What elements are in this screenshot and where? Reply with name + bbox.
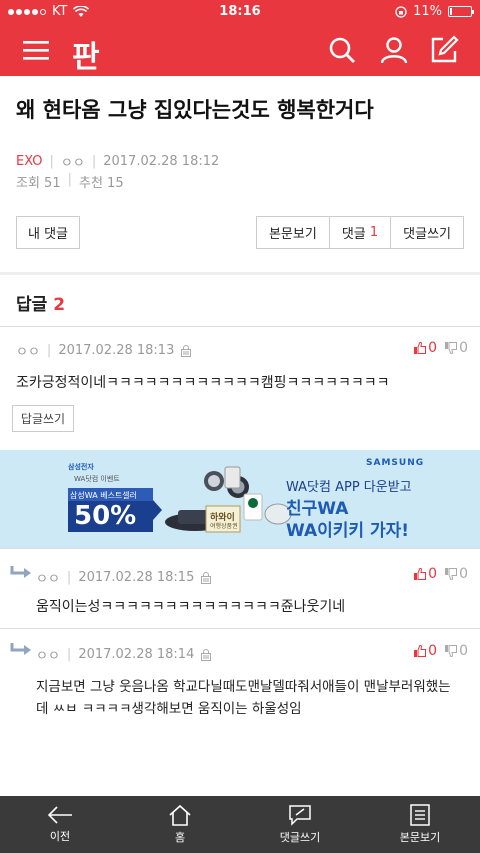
- report-icon[interactable]: [181, 344, 192, 357]
- thumbs-down-icon: [445, 645, 458, 657]
- write-icon[interactable]: [428, 34, 460, 66]
- replies-heading: 답글 2: [16, 290, 65, 315]
- comments-count: 1: [369, 225, 379, 240]
- write-comment-nav-button[interactable]: 댓글쓰기: [240, 796, 360, 853]
- battery-icon: [448, 6, 474, 17]
- reply-button[interactable]: 답글쓰기: [12, 405, 74, 432]
- divider: [0, 628, 480, 629]
- ad-cta-2: WA이키키 가자!: [286, 521, 410, 541]
- comment-author: ㅇㅇ: [16, 345, 40, 360]
- reply-arrow-icon: [10, 643, 31, 655]
- view-post-button[interactable]: 본문보기: [257, 217, 329, 248]
- my-comments-button[interactable]: 내 댓글: [16, 216, 80, 249]
- comment-author: ㅇㅇ: [36, 572, 60, 587]
- ad-samsung-logo: SAMSUNG: [366, 458, 425, 468]
- replies-label: 답글: [16, 295, 48, 315]
- bottom-toolbar: 이전 홈 댓글쓰기 본문보기: [0, 796, 480, 853]
- back-arrow-icon: [47, 806, 72, 824]
- thumbs-down-icon: [445, 342, 458, 354]
- upvote-button[interactable]: 0: [414, 566, 437, 582]
- ad-badge-big: 50%: [74, 501, 137, 531]
- upvote-button[interactable]: 0: [414, 340, 437, 356]
- comment-meta: ㅇㅇ | 2017.02.28 18:15: [36, 568, 212, 587]
- comments-label: 댓글: [341, 227, 366, 242]
- report-icon[interactable]: [201, 571, 212, 584]
- ad-brand-sub: WA닷컴 이벤트: [74, 475, 120, 483]
- user-icon[interactable]: [378, 34, 410, 66]
- home-icon: [169, 804, 191, 826]
- board-link[interactable]: EXO: [16, 154, 43, 169]
- reply-arrow-icon: [10, 566, 31, 578]
- status-bar: KT 18:16 11%: [0, 0, 480, 24]
- comment-author: ㅇㅇ: [36, 649, 60, 664]
- top-nav: 판: [0, 24, 480, 76]
- search-icon[interactable]: [326, 34, 358, 66]
- downvote-button[interactable]: 0: [445, 643, 468, 659]
- report-icon[interactable]: [201, 648, 212, 661]
- comment-votes: 0 0: [414, 340, 468, 356]
- prev-button[interactable]: 이전: [0, 796, 120, 853]
- comments-button[interactable]: 댓글 1: [328, 217, 390, 248]
- comment-datetime: 2017.02.28 18:13: [58, 343, 175, 358]
- comment-votes: 0 0: [414, 566, 468, 582]
- comment-votes: 0 0: [414, 643, 468, 659]
- comment-datetime: 2017.02.28 18:15: [78, 570, 195, 585]
- ad-sign-sub: 여행상품권: [210, 523, 238, 530]
- pann-logo[interactable]: 판: [72, 32, 100, 76]
- post-title: 왜 현타옴 그냥 집있다는것도 행복한거다: [16, 98, 374, 122]
- thumbs-up-icon: [414, 568, 427, 580]
- ad-brand-top: 삼성전자: [68, 463, 94, 471]
- view-post-nav-button[interactable]: 본문보기: [360, 796, 480, 853]
- ad-headline: WA닷컴 APP 다운받고: [286, 480, 412, 495]
- comment-text-line-2: 데 ㅆㅂ ㅋㅋㅋㅋ생각해보면 움직이는 하울성임: [36, 701, 302, 717]
- thumbs-up-icon: [414, 342, 427, 354]
- comment-text-line-1: 지금보면 그냥 웃음나옴 학교다닐때도맨날델따줘서애들이 맨날부러워했는: [36, 679, 451, 695]
- comment-text: 조카긍정적이네ㅋㅋㅋㅋㅋㅋㅋㅋㅋㅋㅋㅋ캠핑ㅋㅋㅋㅋㅋㅋㅋㅋ: [16, 375, 390, 391]
- section-divider: [0, 272, 480, 275]
- comment-meta: ㅇㅇ | 2017.02.28 18:14: [36, 645, 212, 664]
- post-datetime: 2017.02.28 18:12: [103, 154, 220, 169]
- post-stats: 조회 51 | 추천 15: [16, 172, 124, 191]
- downvote-button[interactable]: 0: [445, 566, 468, 582]
- comment-datetime: 2017.02.28 18:14: [78, 647, 195, 662]
- menu-icon[interactable]: [20, 34, 52, 66]
- comment-text: 움직이는성ㅋㅋㅋㅋㅋㅋㅋㅋㅋㅋㅋㅋㅋㅋ쥰나웃기네: [36, 599, 346, 615]
- comment-write-icon: [289, 805, 311, 826]
- ad-badge-small: 삼성WA 베스트셀러: [70, 491, 138, 500]
- ad-banner[interactable]: 삼성전자 WA닷컴 이벤트 삼성WA 베스트셀러 50% 하와이 여행상품권 S…: [0, 450, 480, 548]
- post-meta: EXO | ㅇㅇ | 2017.02.28 18:12: [16, 154, 220, 171]
- thumbs-up-icon: [414, 645, 427, 657]
- document-icon: [410, 804, 430, 826]
- view-count: 조회 51: [16, 176, 61, 191]
- thumbs-down-icon: [445, 568, 458, 580]
- home-button[interactable]: 홈: [120, 796, 240, 853]
- post-actions: 본문보기 댓글 1 댓글쓰기: [255, 216, 464, 249]
- comment-meta: ㅇㅇ | 2017.02.28 18:13: [16, 341, 192, 360]
- divider: [0, 548, 480, 549]
- battery-percent: 11%: [413, 4, 442, 19]
- replies-count: 2: [53, 295, 66, 315]
- upvote-button[interactable]: 0: [414, 643, 437, 659]
- downvote-button[interactable]: 0: [445, 340, 468, 356]
- divider: [0, 326, 480, 327]
- recommend-count: 추천 15: [79, 176, 124, 191]
- post-author: ㅇㅇ: [60, 156, 85, 171]
- rotation-lock-icon: [395, 5, 407, 18]
- write-comment-button[interactable]: 댓글쓰기: [390, 217, 463, 248]
